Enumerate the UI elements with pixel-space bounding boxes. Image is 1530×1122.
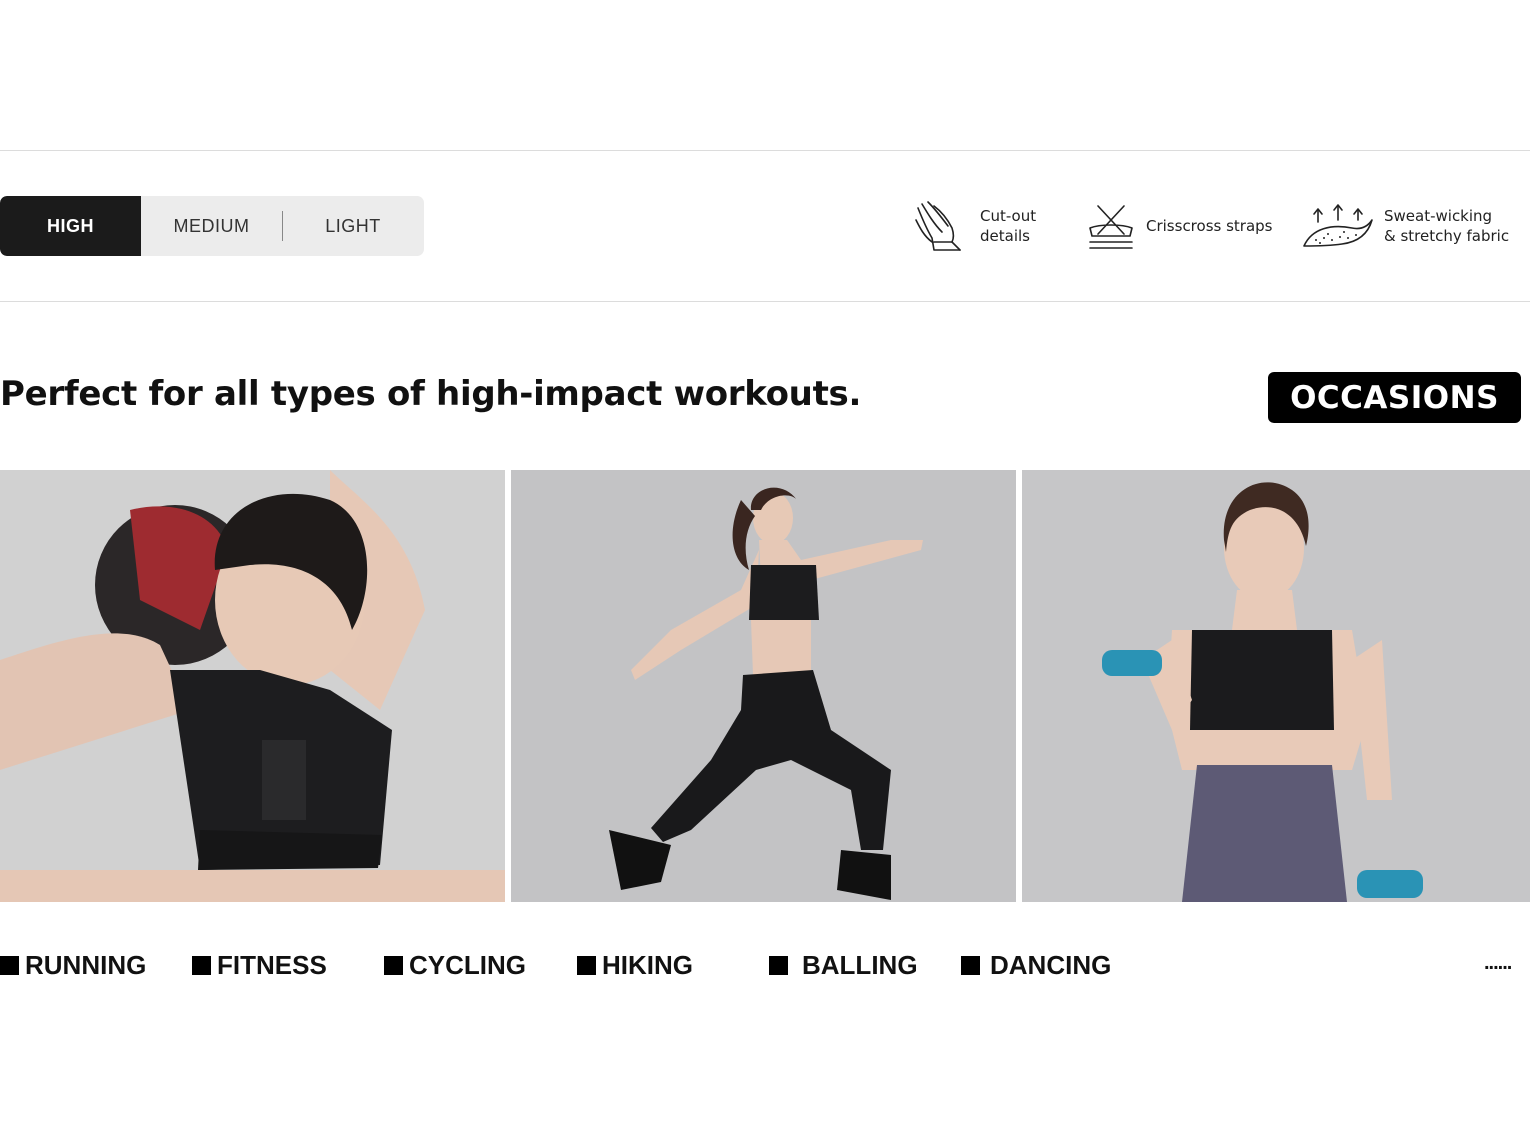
activity-balling: BALLING: [769, 950, 918, 981]
photo-running-pose: [511, 470, 1016, 902]
feature-cutout: Cut-out details: [912, 198, 1036, 254]
feature-fabric-text: Sweat-wicking & stretchy fabric: [1384, 207, 1510, 245]
activity-label: BALLING: [802, 950, 918, 980]
square-bullet-icon: [769, 956, 788, 975]
impact-level-tabs: HIGH MEDIUM LIGHT: [0, 196, 424, 256]
square-bullet-icon: [192, 956, 211, 975]
page-headline: Perfect for all types of high-impact wor…: [0, 374, 862, 414]
square-bullet-icon: [384, 956, 403, 975]
more-ellipsis: ......: [1484, 952, 1512, 974]
activity-label: DANCING: [990, 950, 1112, 980]
activity-dancing: DANCING: [961, 950, 1111, 981]
feature-cutout-text: Cut-out details: [980, 207, 1037, 245]
occasions-badge: OCCASIONS: [1268, 372, 1521, 423]
activity-fitness: FITNESS: [192, 950, 327, 981]
square-bullet-icon: [577, 956, 596, 975]
feature-crisscross-text: Crisscross straps: [1146, 217, 1273, 235]
product-feature-page: HIGH MEDIUM LIGHT Cut-out details Crissc…: [0, 0, 1530, 1122]
activity-running: RUNNING: [0, 950, 146, 981]
cutout-hand-icon: [912, 198, 966, 254]
activity-label: CYCLING: [409, 950, 526, 980]
activity-cycling: CYCLING: [384, 950, 526, 981]
tab-medium[interactable]: MEDIUM: [141, 196, 282, 256]
feature-fabric: Sweat-wicking & stretchy fabric: [1302, 198, 1509, 254]
activity-label: FITNESS: [217, 950, 327, 980]
fabric-arrows-icon: [1302, 198, 1374, 254]
activity-label: HIKING: [602, 950, 693, 980]
tab-light[interactable]: LIGHT: [282, 196, 424, 256]
crisscross-straps-icon: [1086, 198, 1136, 254]
tab-high[interactable]: HIGH: [0, 196, 141, 256]
photo-dumbbell-pose: [1022, 470, 1530, 902]
square-bullet-icon: [0, 956, 19, 975]
activity-label: RUNNING: [25, 950, 147, 980]
feature-crisscross: Crisscross straps: [1086, 198, 1273, 254]
photo-ball-pose: [0, 470, 505, 902]
activity-hiking: HIKING: [577, 950, 693, 981]
top-divider: [0, 150, 1530, 151]
square-bullet-icon: [961, 956, 980, 975]
bottom-divider: [0, 301, 1530, 302]
